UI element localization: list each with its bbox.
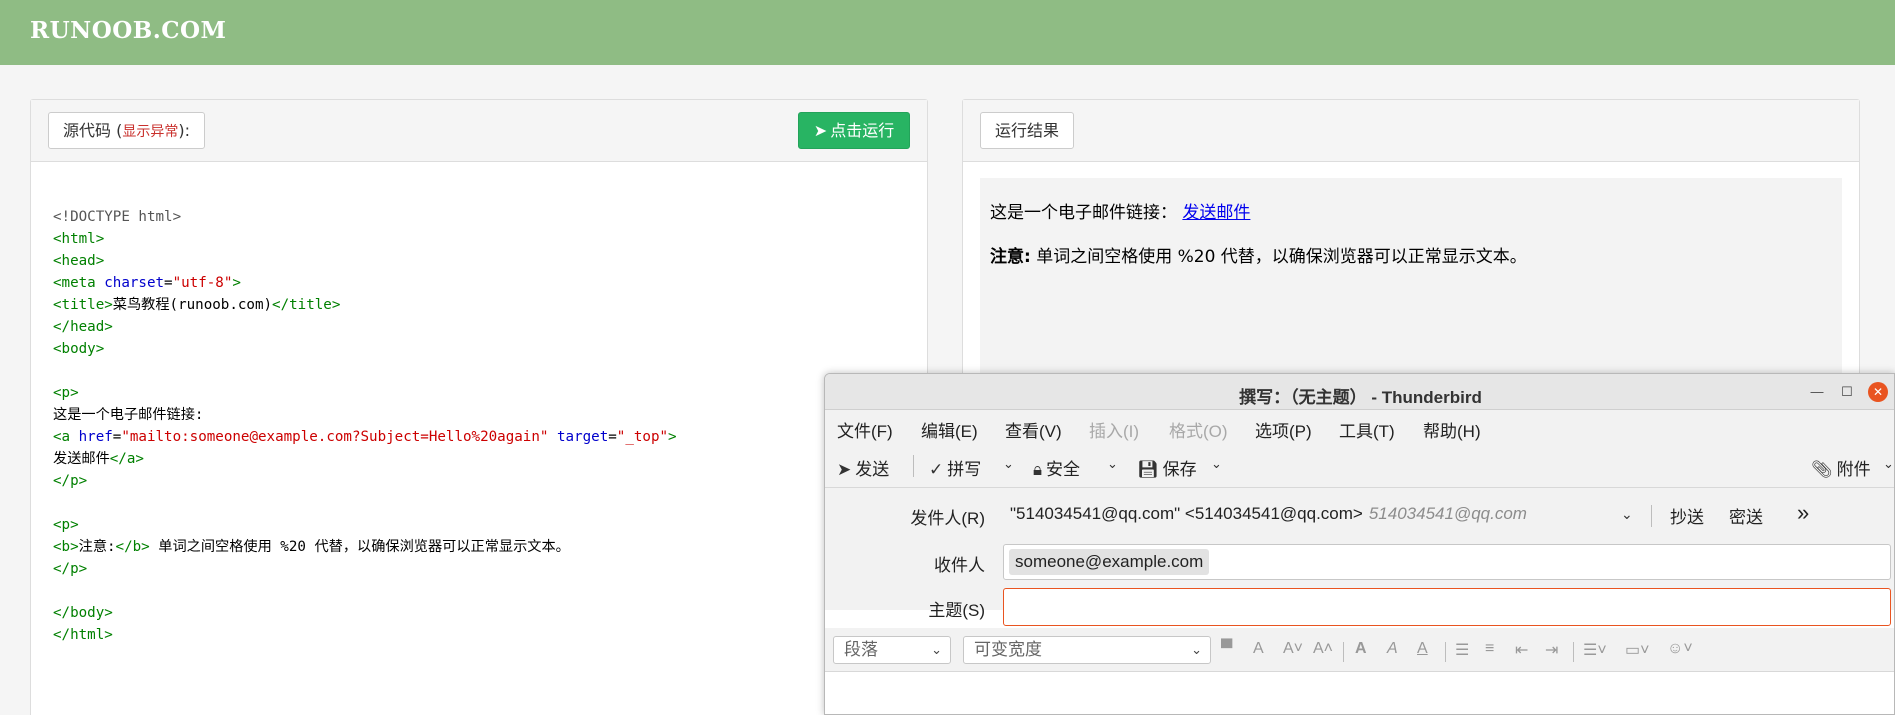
save-button[interactable]: 💾︎ 保存 (1137, 455, 1197, 480)
cc-button[interactable]: 抄送 (1670, 503, 1704, 528)
security-dropdown-chevron-icon[interactable]: ⌄ (1107, 456, 1118, 472)
spell-label: 拼写 (947, 460, 982, 479)
spell-button[interactable]: ✓ 拼写 (929, 455, 981, 480)
format-separator (1573, 642, 1574, 662)
send-label: 发送 (855, 460, 890, 479)
toolbar-separator (913, 455, 914, 477)
from-label: 发件人(R) (910, 509, 985, 528)
menu-edit[interactable]: 编辑(E) (921, 417, 978, 442)
from-chevron-down-icon[interactable]: ⌄ (1621, 506, 1633, 523)
close-icon[interactable]: ✕ (1868, 382, 1888, 402)
subject-input[interactable] (1003, 588, 1891, 626)
maximize-icon[interactable]: ☐ (1837, 382, 1857, 402)
send-icon: ➤ (837, 460, 852, 479)
result-note: 注意: 单词之间空格使用 %20 代替，以确保浏览器可以正常显示文本。 (990, 242, 1527, 267)
window-titlebar[interactable]: 撰写：（无主题） - Thunderbird — ☐ ✕ (825, 374, 1894, 410)
attach-label: 附件 (1836, 460, 1871, 479)
text-color-icon[interactable]: ▀ (1221, 640, 1232, 658)
save-icon: 💾︎ (1137, 460, 1159, 479)
source-code-panel: 源代码 (显示异常): ➤ 点击运行 <!DOCTYPE html> <html> <… (30, 99, 928, 715)
to-field[interactable]: someone@example.com (1003, 544, 1891, 580)
font-select[interactable]: 可变宽度 ⌄ (963, 636, 1211, 664)
site-logo[interactable]: RUNOOB.COM (30, 17, 227, 44)
underline-icon[interactable]: A (1417, 640, 1428, 658)
header-separator (1651, 505, 1652, 527)
attach-button[interactable]: 📎︎ 附件 (1811, 455, 1871, 480)
menu-view[interactable]: 查看(V) (1005, 417, 1062, 442)
menu-tools[interactable]: 工具(T) (1339, 417, 1395, 442)
from-hint: 514034541@qq.com (1368, 504, 1527, 523)
bullet-list-icon[interactable]: ☰ (1455, 640, 1469, 660)
chevron-down-icon: ⌄ (1191, 642, 1202, 657)
indent-icon[interactable]: ⇥ (1545, 640, 1558, 660)
save-label: 保存 (1162, 460, 1197, 479)
bcc-button[interactable]: 密送 (1729, 503, 1763, 528)
outdent-icon[interactable]: ⇤ (1515, 640, 1528, 660)
window-title: 撰写：（无主题） - Thunderbird (1239, 388, 1482, 407)
menu-format[interactable]: 格式(O) (1169, 417, 1228, 442)
align-icon[interactable]: ☰˅ (1583, 640, 1607, 660)
bold-icon[interactable]: A (1355, 640, 1367, 658)
run-button-label: 点击运行 (830, 121, 895, 140)
result-tab: 运行结果 (980, 112, 1075, 149)
paper-plane-icon: ➤ (813, 121, 828, 140)
paragraph-format-select[interactable]: 段落 ⌄ (833, 636, 951, 664)
spell-dropdown-chevron-icon[interactable]: ⌄ (1003, 456, 1014, 472)
from-value: "514034541@qq.com" <514034541@qq.com> (1010, 504, 1363, 523)
font-value: 可变宽度 (974, 640, 1042, 659)
display-error-link[interactable]: 显示异常 (122, 124, 178, 140)
subject-label: 主题(S) (928, 601, 985, 620)
send-button[interactable]: ➤ 发送 (837, 455, 889, 480)
security-label: 安全 (1046, 460, 1081, 479)
code-editor[interactable]: <!DOCTYPE html> <html> <head> <meta charset… (53, 184, 677, 690)
insert-image-icon[interactable]: ▭˅ (1625, 640, 1649, 660)
message-body-editor[interactable] (825, 672, 1894, 714)
result-line-1-text: 这是一个电子邮件链接： (990, 203, 1177, 223)
larger-font-icon[interactable]: A˄ (1313, 640, 1333, 658)
chevron-down-icon: ⌄ (931, 642, 942, 657)
smaller-font-icon[interactable]: A˅ (1283, 640, 1303, 658)
format-separator (1343, 642, 1344, 662)
send-mail-link[interactable]: 发送邮件 (1182, 203, 1250, 223)
paragraph-format-value: 段落 (844, 640, 878, 659)
more-fields-icon[interactable]: » (1797, 500, 1809, 526)
format-toolbar: 段落 ⌄ 可变宽度 ⌄ ▀ A A˅ A˄ A A A ☰ ≡ ⇤ ⇥ ☰˅ ▭˅ … (825, 628, 1894, 672)
security-button[interactable]: 🔒︎ 安全 (1033, 455, 1080, 480)
emoji-icon[interactable]: ☺˅ (1667, 640, 1693, 658)
format-separator (1445, 642, 1446, 662)
recipient-pill[interactable]: someone@example.com (1009, 549, 1210, 575)
result-panel-header: 运行结果 (963, 100, 1859, 162)
compose-header: 发件人(R) "514034541@qq.com" <514034541@qq.… (825, 488, 1894, 626)
menu-insert[interactable]: 插入(I) (1089, 417, 1139, 442)
source-tab-label: 源代码 ( (63, 121, 123, 140)
italic-icon[interactable]: A (1387, 640, 1398, 658)
menu-help[interactable]: 帮助(H) (1423, 417, 1481, 442)
spellcheck-icon: ✓ (929, 460, 944, 479)
run-button[interactable]: ➤ 点击运行 (798, 112, 910, 149)
thunderbird-compose-window: 撰写：（无主题） - Thunderbird — ☐ ✕ 文件(F) 编辑(E)… (824, 373, 1895, 715)
source-code-tab: 源代码 (显示异常): (48, 112, 205, 149)
menu-options[interactable]: 选项(P) (1255, 417, 1312, 442)
menu-file[interactable]: 文件(F) (837, 417, 893, 442)
to-label: 收件人 (934, 556, 985, 575)
compose-toolbar: ➤ 发送 ✓ 拼写 ⌄ 🔒︎ 安全 ⌄ 💾︎ 保存 ⌄ 📎︎ 附件 ⌄ (825, 444, 1894, 488)
site-header: RUNOOB.COM (0, 0, 1895, 65)
minimize-icon[interactable]: — (1807, 382, 1827, 402)
reset-font-size-icon[interactable]: A (1253, 640, 1264, 658)
from-select[interactable]: "514034541@qq.com" <514034541@qq.com> 514… (1010, 504, 1527, 524)
menu-bar: 文件(F) 编辑(E) 查看(V) 插入(I) 格式(O) 选项(P) 工具(T… (825, 410, 1894, 444)
result-note-text: 单词之间空格使用 %20 代替，以确保浏览器可以正常显示文本。 (1030, 247, 1527, 267)
paperclip-icon: 📎︎ (1811, 460, 1833, 479)
numbered-list-icon[interactable]: ≡ (1485, 640, 1494, 658)
source-panel-header: 源代码 (显示异常): ➤ 点击运行 (31, 100, 927, 162)
result-note-bold: 注意: (990, 247, 1031, 267)
lock-icon: 🔒︎ (1033, 460, 1043, 479)
save-dropdown-chevron-icon[interactable]: ⌄ (1211, 456, 1222, 472)
result-line-1: 这是一个电子邮件链接： 发送邮件 (990, 198, 1250, 223)
attach-dropdown-chevron-icon[interactable]: ⌄ (1883, 456, 1894, 472)
source-tab-suffix: ): (178, 121, 190, 140)
